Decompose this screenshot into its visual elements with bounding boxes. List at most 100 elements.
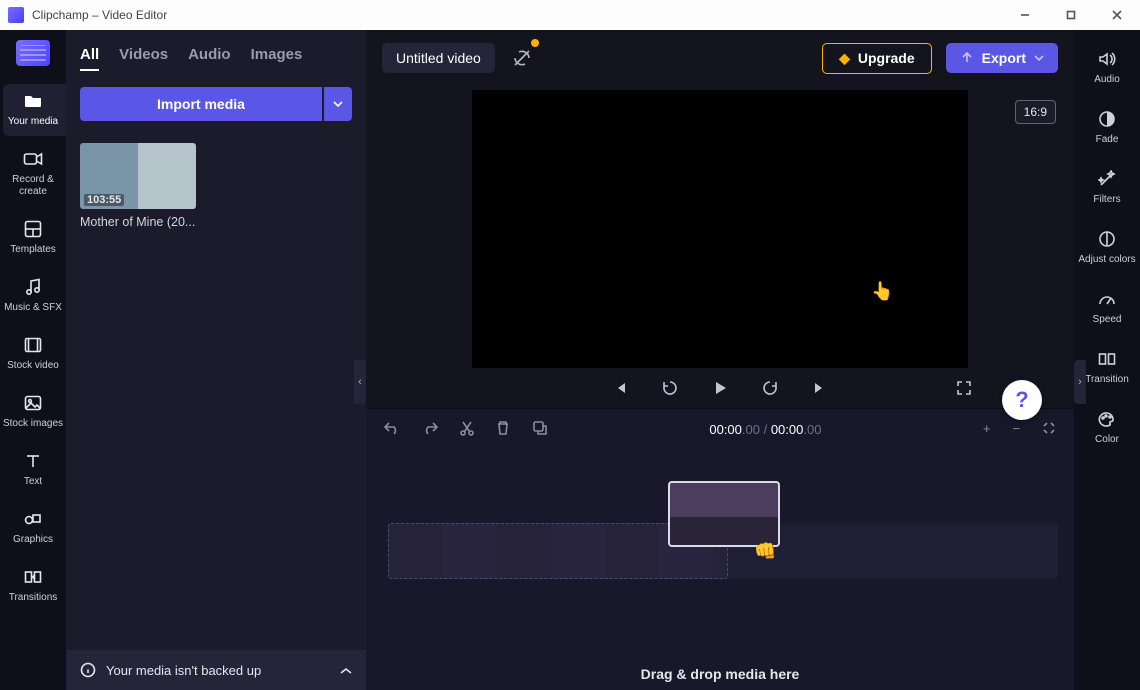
window-title: Clipchamp – Video Editor [32,8,167,22]
tab-videos[interactable]: Videos [119,46,168,71]
seek-start-button[interactable] [610,378,630,398]
zoom-in-button[interactable]: + [983,421,991,438]
rail-label: Your media [3,116,63,128]
rail-transitions[interactable]: Transitions [0,560,66,612]
timeline-tracks[interactable]: 👊 Drag & drop media here [366,449,1074,690]
window-titlebar: Clipchamp – Video Editor [0,0,1140,30]
chevron-up-icon [340,663,352,678]
undo-button[interactable] [384,421,400,438]
media-panel: All Videos Audio Images Import media 103… [66,30,366,690]
no-sync-icon[interactable] [509,45,535,71]
shapes-icon [0,508,66,530]
rail-text[interactable]: Text [0,444,66,496]
tab-audio[interactable]: Audio [188,46,231,71]
forward-button[interactable] [760,378,780,398]
rail-record-create[interactable]: Record & create [0,142,66,206]
rail-label: Graphics [0,534,66,546]
rail-label: Transitions [0,592,66,604]
image-icon [0,392,66,414]
playhead-time: 00:00.00 / 00:00.00 [709,422,821,437]
upgrade-label: Upgrade [858,50,915,66]
rail-graphics[interactable]: Graphics [0,502,66,554]
rail-your-media[interactable]: Your media [3,84,69,136]
aspect-ratio-selector[interactable]: 16:9 [1015,100,1056,124]
rail-label: Stock images [0,418,66,430]
seek-end-button[interactable] [810,378,830,398]
rewind-button[interactable] [660,378,680,398]
rail-label: Color [1074,434,1140,446]
rail-stock-video[interactable]: Stock video [0,328,66,380]
rail-templates[interactable]: Templates [0,212,66,264]
prop-speed[interactable]: Speed [1074,284,1140,330]
premium-badge-icon [531,39,539,47]
duplicate-button[interactable] [532,420,548,439]
rail-label: Record & create [0,174,66,198]
backup-warning-text: Your media isn't backed up [106,663,261,678]
rail-label: Stock video [0,360,66,372]
camera-icon [0,148,66,170]
play-button[interactable] [710,378,730,398]
split-button[interactable] [460,420,474,439]
contrast-icon [1074,228,1140,250]
left-nav-rail: Your media Record & create Templates Mus… [0,30,66,690]
zoom-out-button[interactable]: − [1012,421,1020,438]
prop-color[interactable]: Color [1074,404,1140,450]
folder-icon [3,90,63,112]
clipchamp-logo-icon [16,40,50,66]
rail-label: Text [0,476,66,488]
rail-label: Music & SFX [0,302,66,314]
info-icon [80,662,96,678]
rail-label: Speed [1074,314,1140,326]
editor-topbar: Untitled video ◆ Upgrade Export [366,30,1074,86]
wand-icon [1074,168,1140,190]
media-name: Mother of Mine (20... [80,215,196,229]
center-area: ‹ › Untitled video ◆ Upgrade Export 16:9… [366,30,1074,690]
prop-filters[interactable]: Filters [1074,164,1140,210]
rail-label: Templates [0,244,66,256]
palette-icon [1074,408,1140,430]
media-type-tabs: All Videos Audio Images [80,46,352,71]
clipchamp-app-icon [8,7,24,23]
collapse-right-handle[interactable]: › [1074,360,1086,404]
close-button[interactable] [1094,0,1140,30]
tab-images[interactable]: Images [251,46,303,71]
gauge-icon [1074,288,1140,310]
rail-music-sfx[interactable]: Music & SFX [0,270,66,322]
tab-all[interactable]: All [80,46,99,71]
prop-fade[interactable]: Fade [1074,104,1140,150]
transition-icon [0,566,66,588]
dragging-clip[interactable] [668,481,780,547]
grab-cursor-icon: 👊 [754,541,776,562]
media-duration: 103:55 [84,194,124,206]
backup-warning-bar[interactable]: Your media isn't backed up [66,650,366,690]
zoom-fit-button[interactable] [1042,421,1056,438]
filmstrip-icon [0,334,66,356]
import-media-dropdown[interactable] [324,87,352,121]
media-thumbnail[interactable]: 103:55 Mother of Mine (20... [80,143,196,229]
export-label: Export [982,50,1026,66]
media-thumb-image: 103:55 [80,143,196,209]
help-button[interactable]: ? [1002,380,1042,420]
export-button[interactable]: Export [946,43,1058,73]
video-title-input[interactable]: Untitled video [382,43,495,73]
minimize-button[interactable] [1002,0,1048,30]
rail-stock-images[interactable]: Stock images [0,386,66,438]
rail-label: Audio [1074,74,1140,86]
prop-adjust-colors[interactable]: Adjust colors [1074,224,1140,270]
upload-icon [960,51,974,65]
rail-label: Adjust colors [1074,254,1140,266]
redo-button[interactable] [422,421,438,438]
player-controls: ? [366,368,1074,408]
text-icon [0,450,66,472]
timeline-drop-hint: Drag & drop media here [366,666,1074,682]
prop-audio[interactable]: Audio [1074,44,1140,90]
timeline-toolbar: 00:00.00 / 00:00.00 + − [366,409,1074,449]
speaker-icon [1074,48,1140,70]
fullscreen-button[interactable] [954,378,974,398]
maximize-button[interactable] [1048,0,1094,30]
collapse-panel-handle[interactable]: ‹ [354,360,366,404]
import-media-button[interactable]: Import media [80,87,322,121]
delete-button[interactable] [496,420,510,439]
video-preview[interactable] [472,90,968,368]
upgrade-button[interactable]: ◆ Upgrade [822,43,932,74]
